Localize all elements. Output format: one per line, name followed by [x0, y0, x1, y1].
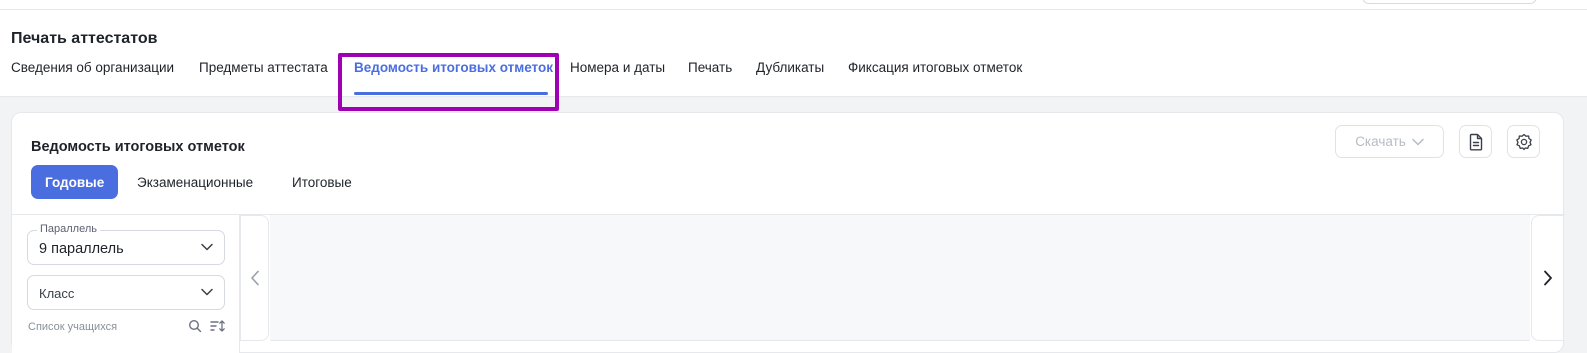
tab-organization-info[interactable]: Сведения об организации: [11, 60, 174, 75]
chevron-left-icon: [250, 270, 259, 286]
scroll-left-button[interactable]: [240, 215, 269, 341]
subtab-annual[interactable]: Годовые: [31, 165, 119, 199]
filters-panel: Параллель 9 параллель Класс Список учащи…: [12, 215, 240, 353]
scroll-right-button[interactable]: [1531, 215, 1564, 341]
tab-print[interactable]: Печать: [688, 60, 732, 75]
subtab-final[interactable]: Итоговые: [278, 165, 366, 199]
tab-final-grades-fixation[interactable]: Фиксация итоговых отметок: [848, 60, 1022, 75]
sheet-content: Параллель 9 параллель Класс Список учащи…: [12, 214, 1565, 353]
class-select[interactable]: Класс: [27, 275, 225, 310]
download-label: Скачать: [1355, 134, 1406, 149]
card-title: Ведомость итоговых отметок: [31, 139, 245, 155]
tab-numbers-and-dates[interactable]: Номера и даты: [570, 60, 665, 75]
parallel-label: Параллель: [37, 223, 100, 235]
page-title: Печать аттестатов: [11, 30, 158, 47]
tab-final-grades-sheet[interactable]: Ведомость итоговых отметок: [354, 60, 553, 75]
students-list-label: Список учащихся: [28, 321, 118, 333]
subtab-exam[interactable]: Экзаменационные: [123, 165, 267, 199]
chevron-down-icon: [201, 243, 213, 251]
document-icon: [1469, 133, 1482, 150]
gear-icon: [1515, 133, 1532, 150]
parallel-value: 9 параллель: [39, 241, 124, 257]
settings-button[interactable]: [1507, 125, 1540, 158]
download-button[interactable]: Скачать: [1335, 125, 1444, 158]
top-bar: [0, 0, 1587, 10]
search-icon[interactable]: [188, 319, 202, 333]
tab-duplicates[interactable]: Дубликаты: [756, 60, 824, 75]
sort-icon[interactable]: [210, 319, 226, 333]
active-tab-indicator: [354, 92, 548, 95]
chevron-down-icon: [1412, 138, 1424, 145]
grades-grid: [270, 215, 1530, 341]
chevron-down-icon: [201, 288, 213, 296]
top-search-field[interactable]: [1362, 0, 1537, 4]
page-header: Печать аттестатов Сведения об организаци…: [0, 10, 1587, 111]
class-placeholder: Класс: [39, 286, 75, 301]
parallel-select[interactable]: Параллель 9 параллель: [27, 223, 225, 265]
final-grades-card: Ведомость итоговых отметок Скачать Годов…: [11, 112, 1565, 353]
students-list-tools: [188, 319, 226, 333]
tab-certificate-subjects[interactable]: Предметы аттестата: [199, 60, 328, 75]
document-button[interactable]: [1459, 125, 1492, 158]
chevron-right-icon: [1543, 270, 1552, 286]
